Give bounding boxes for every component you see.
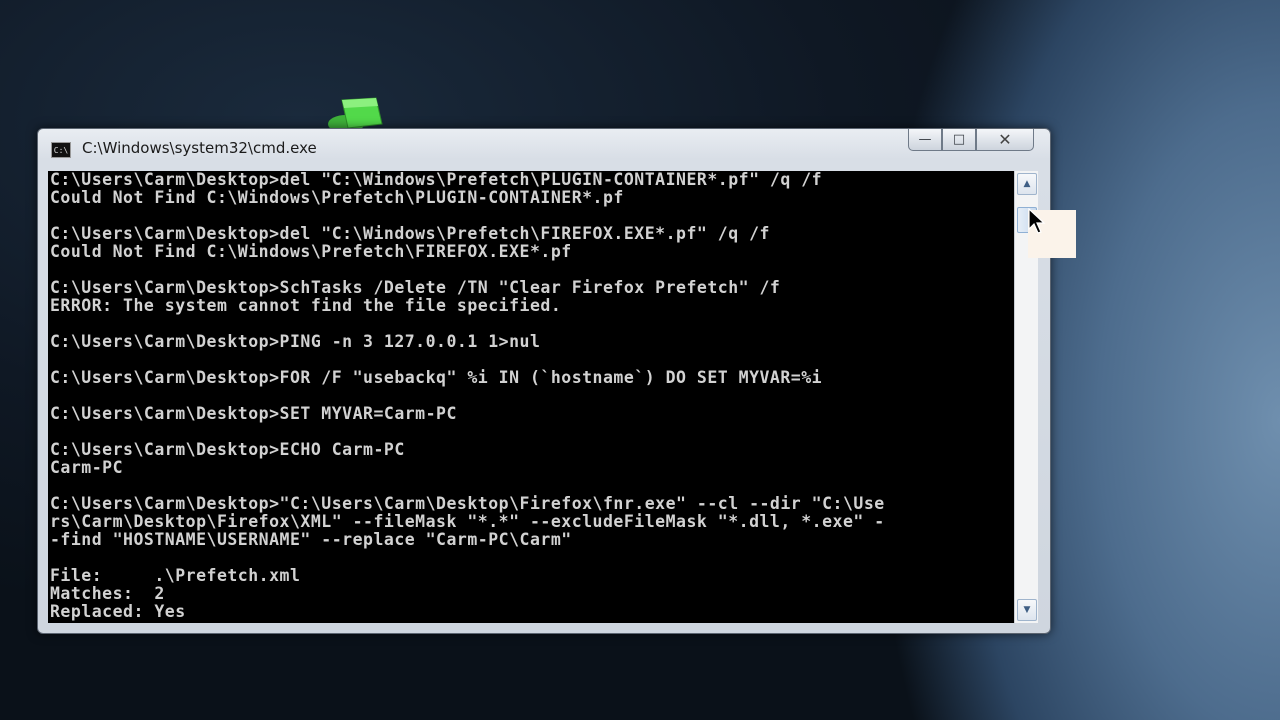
scroll-down-button[interactable]: ▼ (1017, 599, 1037, 621)
console-text: C:\Users\Carm\Desktop>del "C:\Windows\Pr… (48, 171, 1014, 621)
window-controls: — □ ✕ (908, 129, 1034, 153)
minimize-button[interactable]: — (908, 129, 942, 151)
mouse-cursor-icon (1028, 207, 1048, 236)
console-line: File: .\Prefetch.xml (50, 566, 301, 585)
console-line: Could Not Find C:\Windows\Prefetch\PLUGI… (50, 188, 624, 207)
console-line: C:\Users\Carm\Desktop>"C:\Users\Carm\Des… (50, 494, 885, 513)
maximize-button[interactable]: □ (942, 129, 976, 151)
console-line: C:\Users\Carm\Desktop>SET MYVAR=Carm-PC (50, 404, 457, 423)
console-line: C:\Users\Carm\Desktop>ECHO Carm-PC (50, 440, 405, 459)
close-button[interactable]: ✕ (976, 129, 1034, 151)
close-icon: ✕ (998, 130, 1012, 149)
cmd-app-icon[interactable]: C:\ (51, 142, 71, 158)
console-line: C:\Users\Carm\Desktop>SchTasks /Delete /… (50, 278, 781, 297)
window-title: C:\Windows\system32\cmd.exe (82, 139, 317, 157)
minimize-icon: — (918, 132, 932, 147)
scroll-up-button[interactable]: ▲ (1017, 173, 1037, 195)
console-line: -find "HOSTNAME\USERNAME" --replace "Car… (50, 530, 572, 549)
console-line: C:\Users\Carm\Desktop>PING -n 3 127.0.0.… (50, 332, 541, 351)
console-line: C:\Users\Carm\Desktop>del "C:\Windows\Pr… (50, 224, 770, 243)
console-line: Matches: 2 (50, 584, 165, 603)
console-line: Replaced: Yes (50, 602, 186, 621)
console-output[interactable]: C:\Users\Carm\Desktop>del "C:\Windows\Pr… (48, 171, 1014, 623)
arrow-up-icon: ▲ (1023, 179, 1031, 189)
console-line: Carm-PC (50, 458, 124, 477)
maximize-icon: □ (952, 132, 966, 147)
title-bar[interactable]: C:\ C:\Windows\system32\cmd.exe — □ ✕ (38, 129, 1050, 169)
console-line: ERROR: The system cannot find the file s… (50, 296, 562, 315)
arrow-down-icon: ▼ (1023, 605, 1031, 615)
console-line: C:\Users\Carm\Desktop>del "C:\Windows\Pr… (50, 171, 823, 189)
console-line: C:\Users\Carm\Desktop>FOR /F "usebackq" … (50, 368, 823, 387)
console-line: Could Not Find C:\Windows\Prefetch\FIREF… (50, 242, 572, 261)
cmd-window[interactable]: C:\ C:\Windows\system32\cmd.exe — □ ✕ C:… (37, 128, 1051, 634)
console-line: rs\Carm\Desktop\Firefox\XML" --fileMask … (50, 512, 885, 531)
